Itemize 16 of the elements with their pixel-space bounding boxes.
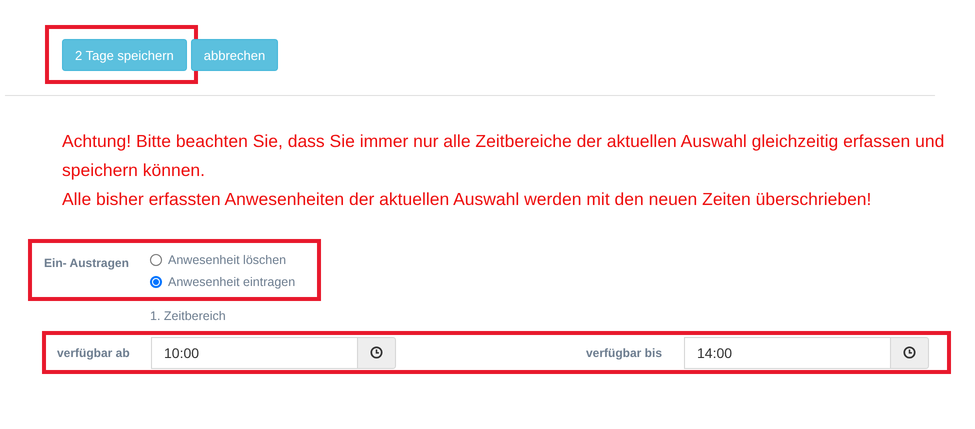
radio-label[interactable]: Anwesenheit eintragen xyxy=(168,275,296,289)
clock-icon[interactable] xyxy=(890,336,929,368)
field-label: verfügbar bis xyxy=(586,346,664,360)
time-field[interactable]: 10:00 xyxy=(151,336,357,368)
field-label: verfügbar ab xyxy=(57,346,131,360)
radio-button[interactable] xyxy=(150,254,162,266)
time-field[interactable]: 14:00 xyxy=(684,336,890,368)
warning-text: Achtung! Bitte beachten Sie, dass Sie immer nur alle Zeitbereiche der aktuellen Auswahl gleichzeitig erfassen und speichern können. xyxy=(62,130,945,182)
field-label: Ein- Austragen xyxy=(44,255,130,272)
save-button[interactable]: 2 Tage speichern xyxy=(62,39,187,71)
section-title: 1. Zeitbereich xyxy=(150,309,227,323)
clock-icon[interactable] xyxy=(357,336,396,368)
radio-button[interactable] xyxy=(150,276,162,288)
radio-label[interactable]: Anwesenheit löschen xyxy=(168,253,286,267)
cancel-button[interactable]: abbrechen xyxy=(190,39,278,71)
warning-text: Alle bisher erfassten Anwesenheiten der aktuellen Auswahl werden mit den neuen Zeiten überschrieben! xyxy=(62,188,872,211)
